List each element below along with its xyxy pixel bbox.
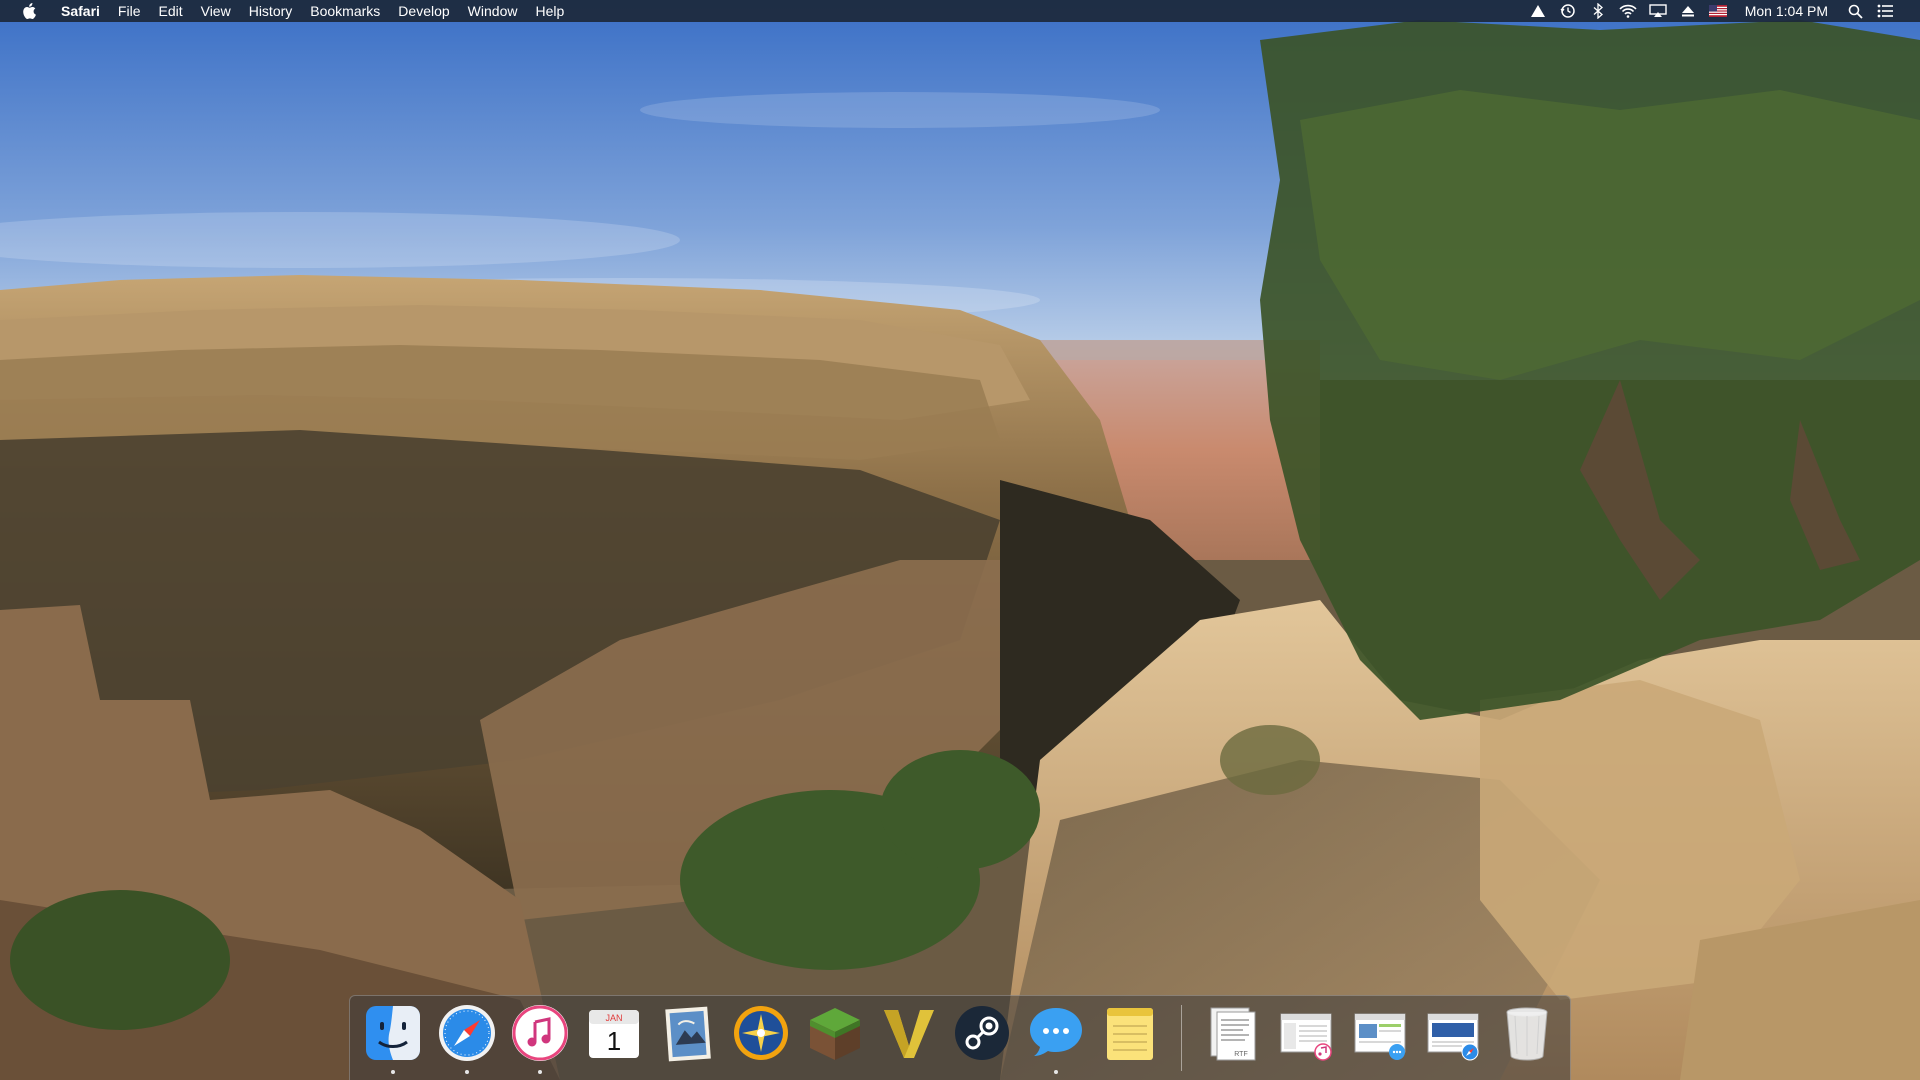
menu-bar-left: Safari File Edit View History Bookmarks … [0,0,573,22]
dock-item-messages-document[interactable] [1347,1002,1413,1074]
dock-item-vectorize[interactable] [876,1002,942,1074]
rtf-label: RTF [1235,1051,1248,1058]
menu-bookmarks[interactable]: Bookmarks [301,0,389,22]
dock-divider [1180,1005,1182,1071]
itunes-icon [512,1005,569,1061]
wallpaper-grand-canyon [0,0,1920,1080]
apple-menu-icon[interactable] [20,2,38,20]
menu-bar-status: Mon 1:04 PM [1523,0,1920,22]
dock-item-minecraft[interactable] [802,1002,868,1074]
menu-help[interactable]: Help [526,0,573,22]
wifi-icon[interactable] [1613,0,1643,22]
steam-icon [955,1006,1010,1060]
rtf-document-icon: RTF [1210,1007,1256,1061]
dock-item-launchpad-compass[interactable] [728,1002,794,1074]
dock-item-itunes-document[interactable] [1273,1002,1339,1074]
airplay-icon[interactable] [1643,0,1673,22]
itunes-running-indicator [538,1070,543,1074]
safari-running-indicator [464,1070,469,1074]
bluetooth-icon[interactable] [1583,0,1613,22]
time-machine-icon[interactable] [1553,0,1583,22]
calendar-icon: JAN 1 [588,1010,639,1058]
dock-item-steam[interactable] [950,1002,1016,1074]
menu-bar: Safari File Edit View History Bookmarks … [0,0,1920,22]
notification-center-icon[interactable] [1870,0,1900,22]
calendar-day-label: 1 [607,1026,621,1056]
messages-bubble-icon [1030,1008,1083,1056]
spotlight-search-icon[interactable] [1840,0,1870,22]
dock-item-rtf-document[interactable]: RTF [1200,1002,1266,1074]
minecraft-grass-block-icon [809,1008,860,1060]
drive-triangle-icon[interactable] [1523,0,1553,22]
safari-icon [438,1005,495,1061]
mail-stamp-icon [664,1006,711,1062]
menu-bar-clock[interactable]: Mon 1:04 PM [1733,0,1840,22]
dock-item-mail[interactable] [655,1002,721,1074]
messages-running-indicator [1054,1070,1059,1074]
dock-item-finder[interactable] [360,1002,426,1074]
dock-item-safari-document[interactable] [1421,1002,1487,1074]
compass-icon [734,1006,789,1060]
calendar-month-label: JAN [605,1013,622,1023]
dock: JAN 1 RTF [349,995,1571,1080]
dock-item-trash[interactable] [1494,1002,1560,1074]
menu-file[interactable]: File [109,0,150,22]
menu-history[interactable]: History [240,0,302,22]
trash-icon [1506,1007,1548,1061]
safari-document-thumbnail-icon [1427,1013,1479,1061]
dock-item-calendar[interactable]: JAN 1 [581,1002,647,1074]
menu-edit[interactable]: Edit [149,0,191,22]
itunes-document-thumbnail-icon [1280,1013,1332,1061]
dock-item-notes[interactable] [1097,1002,1163,1074]
dock-item-safari[interactable] [434,1002,500,1074]
finder-icon [365,1006,420,1060]
menu-view[interactable]: View [192,0,240,22]
us-flag-input-icon[interactable] [1703,0,1733,22]
v-letter-icon [883,1010,934,1058]
menu-develop[interactable]: Develop [389,0,458,22]
dock-item-itunes[interactable] [507,1002,573,1074]
finder-running-indicator [390,1070,395,1074]
menu-window[interactable]: Window [459,0,527,22]
desktop: Safari File Edit View History Bookmarks … [0,0,1920,1080]
notes-pad-icon [1106,1008,1153,1060]
eject-icon[interactable] [1673,0,1703,22]
app-menu-safari[interactable]: Safari [52,0,109,22]
dock-item-messages[interactable] [1023,1002,1089,1074]
messages-document-thumbnail-icon [1354,1013,1406,1060]
